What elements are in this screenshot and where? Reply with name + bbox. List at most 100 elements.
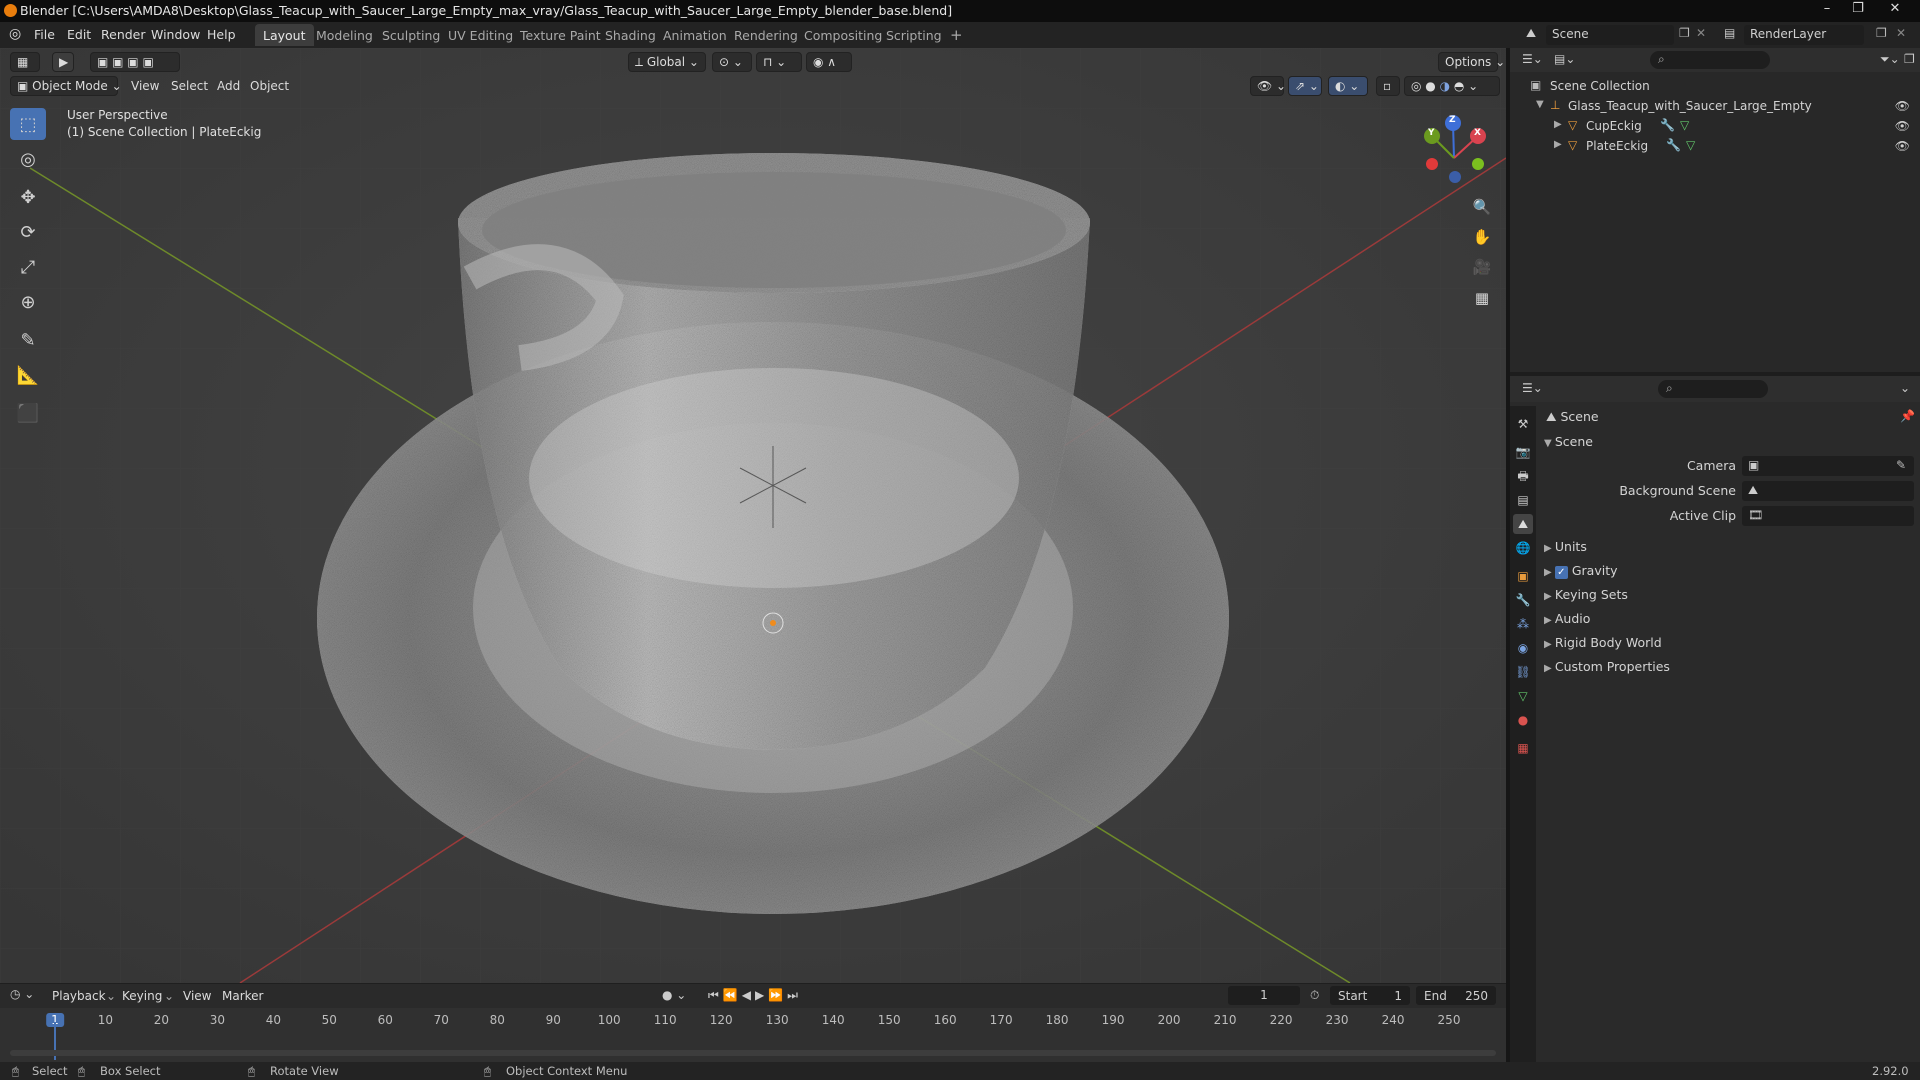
chevron-down-icon[interactable]: ⌄ <box>1900 381 1910 395</box>
transform-orientation-dropdown[interactable]: ⟂ Global ⌄ <box>628 52 706 72</box>
zoom-icon[interactable]: 🔍 <box>1469 194 1495 220</box>
viewport-menu-select[interactable]: Select <box>171 79 208 93</box>
expand-arrow-icon[interactable]: ▶ <box>1554 139 1562 150</box>
eyedropper-icon[interactable]: ✎ <box>1896 458 1906 472</box>
end-frame-field[interactable]: End 250 <box>1416 986 1496 1005</box>
gravity-checkbox[interactable]: ✓ <box>1554 566 1568 579</box>
units-panel[interactable]: ▶ Units <box>1544 539 1587 554</box>
world-tab-icon[interactable]: 🌐 <box>1513 538 1533 558</box>
selection-mode-buttons[interactable]: ▣ ▣ ▣ ▣ <box>90 52 180 72</box>
add-workspace-icon[interactable]: + <box>942 24 971 46</box>
tab-modeling[interactable]: Modeling <box>308 24 381 46</box>
tab-rendering[interactable]: Rendering <box>726 24 806 46</box>
render-layer-selector[interactable]: RenderLayer <box>1744 25 1864 45</box>
mesh-data-icon[interactable]: ▽ <box>1680 118 1689 132</box>
editor-type-button[interactable]: ▦ <box>10 52 40 72</box>
modifier-tab-icon[interactable]: 🔧 <box>1513 590 1533 610</box>
keying-sets-panel[interactable]: ▶ Keying Sets <box>1544 587 1628 602</box>
new-render-layer-icon[interactable]: ❐ <box>1876 26 1887 40</box>
data-tab-icon[interactable]: ▽ <box>1513 686 1533 706</box>
timeline-menu-view[interactable]: View <box>183 989 211 1003</box>
outliner-root-row[interactable]: ▣ Scene Collection <box>1510 76 1920 96</box>
measure-tool[interactable]: 📐 <box>10 359 46 391</box>
transform-tool[interactable]: ⊕ <box>10 286 46 318</box>
audio-panel[interactable]: ▶ Audio <box>1544 611 1590 626</box>
visibility-eye-icon[interactable]: 👁 <box>1895 119 1910 133</box>
delete-scene-icon[interactable]: ✕ <box>1696 26 1706 40</box>
properties-editor[interactable]: ☰⌄ ⌕ ⌄ ⚒ 📷 🖶 ▤ ⛰ 🌐 ▣ 🔧 ⁂ ◉ ⛓ ▽ ● ▦ ⛰ Sce… <box>1510 376 1920 1062</box>
tab-scripting[interactable]: Scripting <box>878 24 950 46</box>
perspective-toggle-icon[interactable]: ▦ <box>1469 285 1495 311</box>
camera-field[interactable]: ▣ ✎ <box>1742 456 1914 476</box>
background-scene-field[interactable]: ⛰ <box>1742 481 1914 501</box>
camera-view-icon[interactable]: 🎥 <box>1469 254 1495 280</box>
close-button[interactable]: ✕ <box>1880 0 1910 18</box>
modifier-wrench-icon[interactable]: 🔧 <box>1660 118 1675 132</box>
object-mode-dropdown[interactable]: ▣ Object Mode ⌄ <box>10 76 122 96</box>
tool-tab-icon[interactable]: ⚒ <box>1513 414 1533 434</box>
active-clip-field[interactable]: 🎞 <box>1742 506 1914 526</box>
pin-icon[interactable]: 📌 <box>1900 409 1915 423</box>
scene-tab-icon[interactable]: ⛰ <box>1513 514 1533 534</box>
gizmo-y-label[interactable]: Y <box>1428 128 1435 138</box>
particles-tab-icon[interactable]: ⁂ <box>1513 614 1533 634</box>
tab-sculpting[interactable]: Sculpting <box>374 24 448 46</box>
record-icon[interactable]: ● ⌄ <box>662 988 686 1002</box>
scene-panel-header[interactable]: ▼ Scene <box>1544 434 1593 449</box>
viewport-menu-add[interactable]: Add <box>217 79 240 93</box>
filter-icon[interactable]: ⏷⌄ <box>1880 52 1900 67</box>
annotate-tool[interactable]: ✎ <box>10 324 46 356</box>
start-frame-field[interactable]: Start 1 <box>1330 986 1410 1005</box>
blender-menu-icon[interactable]: ◎ <box>9 26 21 42</box>
menu-edit[interactable]: Edit <box>67 27 91 42</box>
add-cube-tool[interactable]: ⬛ <box>10 397 46 429</box>
expand-arrow-icon[interactable]: ▼ <box>1536 99 1544 110</box>
tab-layout[interactable]: Layout <box>255 24 314 46</box>
timeline-scrollbar[interactable] <box>10 1050 1496 1056</box>
timeline-editor[interactable]: ◷ ⌄ Playback ⌄ Keying ⌄ View Marker ● ⌄ … <box>0 983 1506 1062</box>
render-tab-icon[interactable]: 📷 <box>1513 442 1533 462</box>
material-tab-icon[interactable]: ● <box>1513 710 1533 730</box>
outliner-item-cup[interactable]: ▶ ▽ CupEckig 🔧 ▽ 👁 <box>1510 116 1920 136</box>
current-frame-field[interactable]: 1 <box>1228 986 1300 1005</box>
timeline-menu-marker[interactable]: Marker <box>222 989 263 1003</box>
menu-file[interactable]: File <box>34 27 55 42</box>
texture-tab-icon[interactable]: ▦ <box>1513 738 1533 758</box>
properties-search-input[interactable]: ⌕ <box>1658 380 1768 398</box>
custom-properties-panel[interactable]: ▶ Custom Properties <box>1544 659 1670 674</box>
snap-toggle[interactable]: ⊓ ⌄ <box>756 52 802 72</box>
options-dropdown[interactable]: Options ⌄ <box>1438 52 1505 72</box>
constraints-tab-icon[interactable]: ⛓ <box>1513 662 1533 682</box>
object-tab-icon[interactable]: ▣ <box>1513 566 1533 586</box>
tab-texture-paint[interactable]: Texture Paint <box>512 24 609 46</box>
playback-controls[interactable]: ⏮⏪◀▶⏩⏭ <box>708 988 802 1003</box>
3d-viewport[interactable]: Z X Y ▦ ▶ ▣ ▣ ▣ ▣ ⟂ Global ⌄ ⊙ ⌄ ⊓ ⌄ ◉ ∧… <box>0 48 1506 983</box>
rigid-body-world-panel[interactable]: ▶ Rigid Body World <box>1544 635 1662 650</box>
shading-mode-buttons[interactable]: ◎ ● ◑ ◓ ⌄ <box>1404 76 1500 96</box>
new-scene-icon[interactable]: ❐ <box>1679 26 1690 40</box>
outliner-item-plate[interactable]: ▶ ▽ PlateEckig 🔧 ▽ 👁 <box>1510 136 1920 156</box>
delete-render-layer-icon[interactable]: ✕ <box>1896 26 1906 40</box>
minimize-button[interactable]: – <box>1812 0 1842 18</box>
properties-editor-type-icon[interactable]: ☰⌄ <box>1522 381 1543 395</box>
gravity-panel[interactable]: ▶ ✓ Gravity <box>1544 563 1618 579</box>
view-layer-tab-icon[interactable]: ▤ <box>1513 490 1533 510</box>
menu-window[interactable]: Window <box>151 27 200 42</box>
menu-render[interactable]: Render <box>101 27 146 42</box>
proportional-edit-toggle[interactable]: ◉ ∧ <box>806 52 852 72</box>
output-tab-icon[interactable]: 🖶 <box>1513 466 1533 486</box>
modifier-wrench-icon[interactable]: 🔧 <box>1666 138 1681 152</box>
gizmo-toggle-icon[interactable]: ⇗ ⌄ <box>1288 76 1322 96</box>
expand-arrow-icon[interactable]: ▶ <box>1554 119 1562 130</box>
rotate-tool[interactable]: ⟳ <box>10 216 46 248</box>
move-tool[interactable]: ✥ <box>10 181 46 213</box>
timeline-menu-playback[interactable]: Playback <box>52 989 106 1003</box>
select-box-tool[interactable]: ⬚ <box>10 108 46 140</box>
timeline-editor-type-icon[interactable]: ◷ ⌄ <box>10 987 34 1001</box>
outliner-editor-type-icon[interactable]: ☰⌄ <box>1522 52 1543 66</box>
gizmo-z-label[interactable]: Z <box>1449 115 1456 125</box>
scene-selector[interactable]: Scene <box>1546 25 1674 45</box>
visibility-eye-icon[interactable]: 👁 <box>1895 139 1910 153</box>
outliner-editor[interactable]: ☰⌄ ▤⌄ ⌕ ⏷⌄ ❐ ▣ Scene Collection ▼ ⊥ Glas… <box>1510 48 1920 372</box>
pan-hand-icon[interactable]: ✋ <box>1469 224 1495 250</box>
